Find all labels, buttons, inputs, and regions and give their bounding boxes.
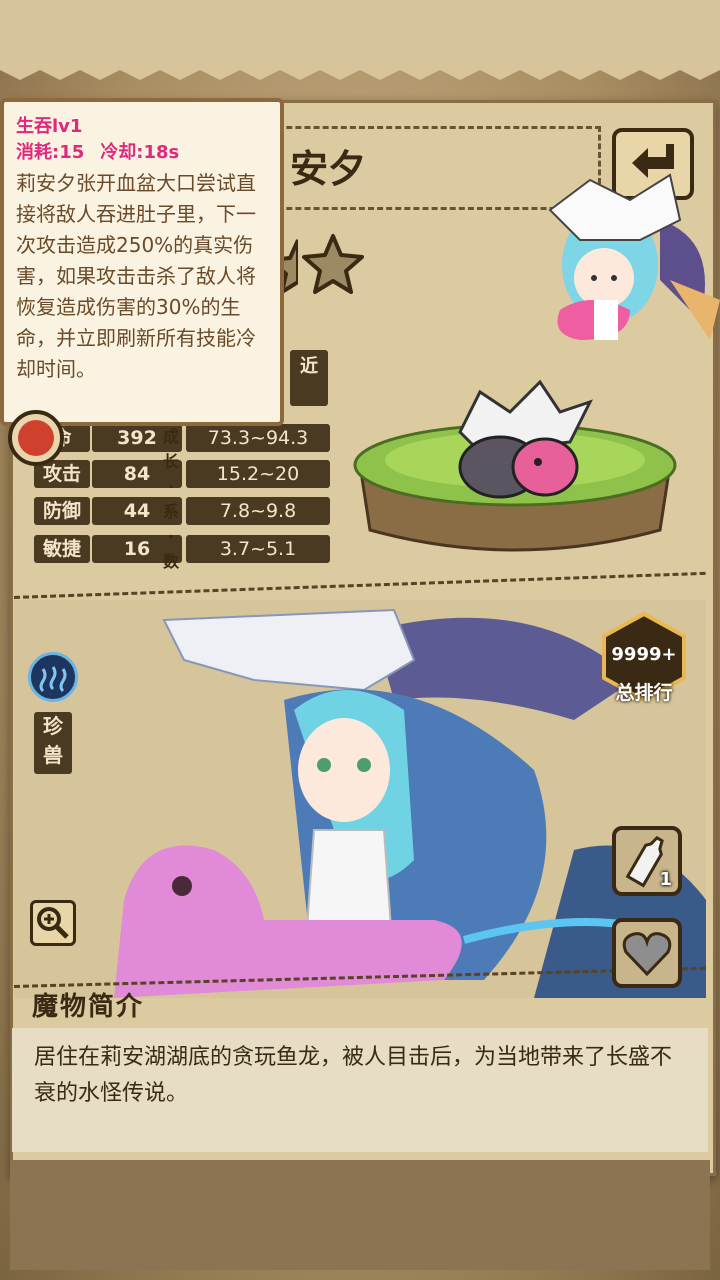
skill-description: 莉安夕张开血盆大口尝试直接将敌人吞进肚子里，下一次攻击造成250%的真实伤害，如…	[16, 171, 256, 381]
skill-tooltip: 生吞lv1 消耗:15 冷却:18s 莉安夕张开血盆大口尝试直接将敌人吞进肚子里，…	[0, 98, 284, 426]
bottle-count: 1	[659, 869, 672, 890]
rank-label: 总排行	[615, 682, 673, 704]
rarity-tag: 珍 兽	[34, 712, 72, 774]
skill-cost-row: 消耗:15 冷却:18s	[16, 140, 270, 166]
card-footer-shadow	[10, 1160, 710, 1270]
monster-description: 居住在莉安湖湖底的贪玩鱼龙，被人目击后，为当地带来了长盛不衰的水怪传说。	[34, 1045, 673, 1106]
water-element-icon	[28, 652, 78, 702]
feed-bottle-button[interactable]: 1	[612, 826, 682, 896]
range-tag: 近	[290, 350, 328, 406]
growth-label-char: 数	[162, 552, 179, 571]
growth-label-char: 成	[162, 427, 179, 446]
growth-label-char: 长	[162, 452, 179, 471]
total-rank-button[interactable]: 9999+ 总排行	[598, 611, 690, 704]
stat-label: 防御	[34, 497, 90, 525]
growth-value: 7.8~9.8	[186, 497, 330, 525]
growth-value: 73.3~94.3	[186, 424, 330, 452]
growth-coefficient-label: 成 长 · 系 · 数	[160, 424, 182, 574]
heart-stone-button[interactable]	[612, 918, 682, 988]
heart-stone-icon	[622, 932, 672, 977]
zoom-button[interactable]	[30, 900, 76, 946]
section-title: 魔物简介	[32, 992, 145, 1022]
rank-value: 9999+	[611, 644, 677, 665]
growth-label-char: ·	[167, 527, 175, 546]
stat-label: 敏捷	[34, 535, 90, 563]
skill-name: 生吞lv1	[16, 116, 83, 137]
skill-icon	[18, 420, 54, 456]
growth-label-char: ·	[167, 477, 175, 496]
monster-name: 安夕	[290, 147, 367, 191]
zoom-icon	[37, 907, 69, 939]
chibi-character-image	[548, 173, 720, 340]
creature-sprite-image	[458, 379, 593, 499]
top-banner	[0, 0, 720, 80]
growth-value: 3.7~5.1	[186, 535, 330, 563]
star-icon	[302, 234, 364, 294]
growth-label-char: 系	[162, 502, 179, 521]
rarity-char: 兽	[43, 743, 63, 767]
skill-button[interactable]	[8, 410, 64, 466]
growth-value: 15.2~20	[186, 460, 330, 488]
rarity-char: 珍	[43, 714, 63, 738]
skill-cooldown: 冷却:18s	[100, 142, 180, 163]
skill-cost: 消耗:15	[16, 142, 85, 163]
